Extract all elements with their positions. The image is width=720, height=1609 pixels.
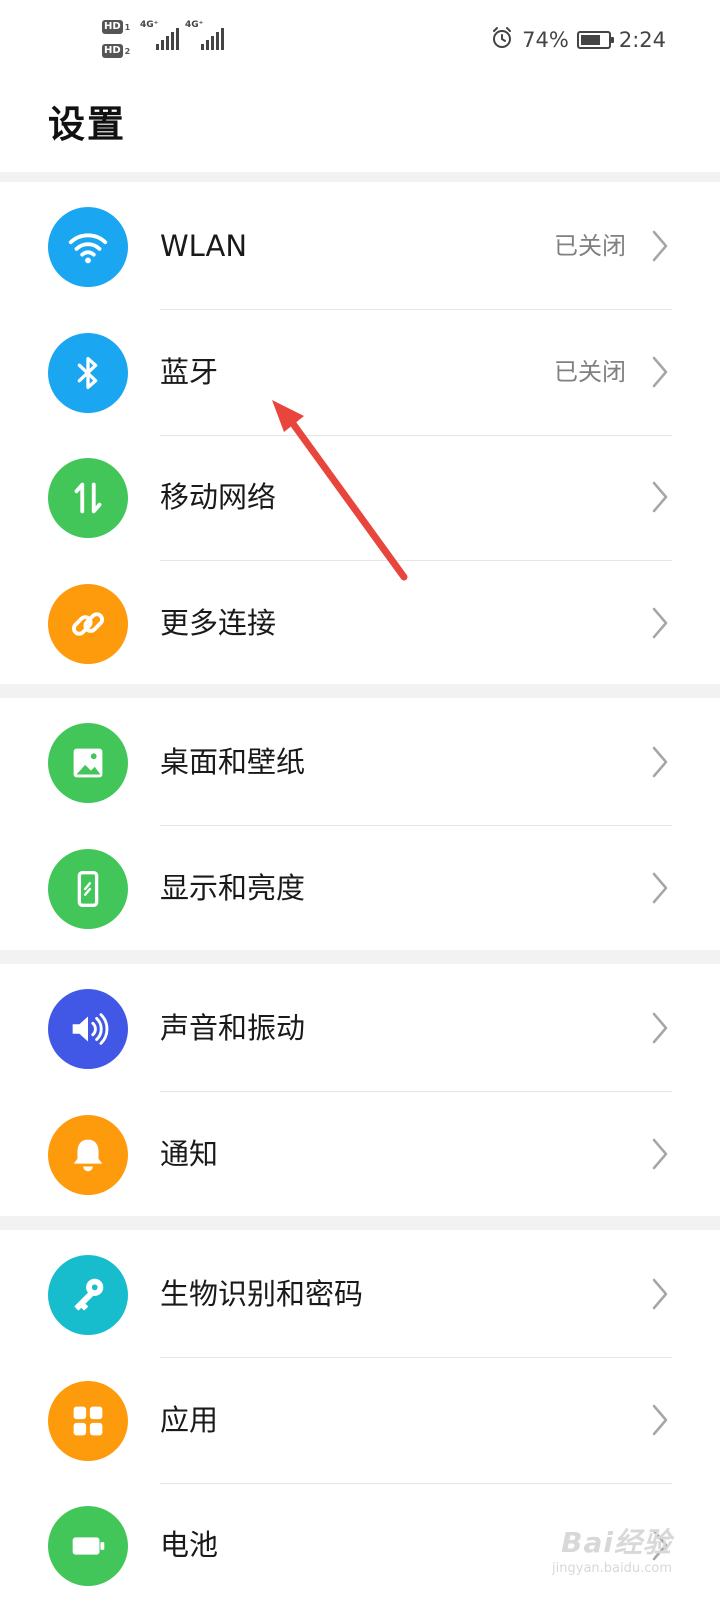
settings-row-label: WLAN <box>160 229 248 263</box>
signal-icon: 4G⁺ <box>185 20 224 50</box>
settings-row[interactable]: 通知 <box>0 1090 720 1218</box>
group-separator <box>0 950 720 964</box>
status-right: 74% 2:24 <box>490 24 666 56</box>
bluetooth-icon <box>48 332 128 413</box>
settings-row[interactable]: 更多连接 <box>0 559 720 687</box>
sound-icon <box>48 989 128 1069</box>
watermark: Bai经验 jingyan.baidu.com <box>552 1526 672 1576</box>
apps-icon <box>48 1380 128 1461</box>
hd-sim2: HD 2 <box>102 44 131 58</box>
key-icon <box>48 1255 128 1335</box>
chevron-right-icon <box>650 1136 670 1172</box>
settings-row[interactable]: WLAN 已关闭 <box>0 182 720 310</box>
bell-icon <box>48 1114 128 1195</box>
battery-settings-icon <box>48 1506 128 1586</box>
settings-row[interactable]: 声音和振动 <box>0 964 720 1092</box>
settings-row-label: 生物识别和密码 <box>160 1277 364 1311</box>
battery-percent: 74% <box>522 28 569 52</box>
settings-row[interactable]: 生物识别和密码 <box>0 1230 720 1358</box>
chevron-right-icon <box>650 870 670 906</box>
settings-row-label: 显示和亮度 <box>160 870 306 905</box>
mobile-data-icon <box>48 458 128 538</box>
settings-row-value: 已关闭 <box>554 232 626 260</box>
wallpaper-icon <box>48 723 128 803</box>
settings-row[interactable]: 移动网络 <box>0 433 720 561</box>
group-separator <box>0 172 720 182</box>
chevron-right-icon <box>650 1010 670 1046</box>
settings-row[interactable]: 桌面和壁纸 <box>0 698 720 826</box>
signal-icon: 4G⁺ <box>140 20 179 50</box>
alarm-icon <box>490 26 514 55</box>
chevron-right-icon <box>650 1276 670 1312</box>
group-separator <box>0 1216 720 1230</box>
settings-row-label: 移动网络 <box>160 480 277 514</box>
settings-row-label: 电池 <box>160 1528 219 1562</box>
settings-row-label: 通知 <box>160 1136 219 1171</box>
status-bar: HD 1 HD 2 4G⁺ 4G⁺ 74% 2:24 <box>0 0 720 80</box>
settings-row-value: 已关闭 <box>554 357 626 386</box>
settings-row[interactable]: 应用 <box>0 1356 720 1484</box>
chevron-right-icon <box>650 228 670 264</box>
chevron-right-icon <box>650 479 670 515</box>
battery-icon <box>576 31 614 49</box>
wifi-icon <box>48 207 128 287</box>
settings-row-label: 应用 <box>160 1402 219 1437</box>
hd-voice-indicators: HD 1 HD 2 <box>102 18 136 66</box>
settings-row[interactable]: 蓝牙 已关闭 <box>0 308 720 436</box>
settings-row[interactable]: 显示和亮度 <box>0 824 720 952</box>
settings-row-label: 声音和振动 <box>160 1011 306 1045</box>
chevron-right-icon <box>650 1402 670 1438</box>
page-title: 设置 <box>48 103 126 146</box>
display-icon <box>48 848 128 929</box>
hd-sim1: HD 1 <box>102 20 131 34</box>
chevron-right-icon <box>650 354 670 390</box>
link-icon <box>48 583 128 664</box>
clock: 2:24 <box>618 28 666 52</box>
chevron-right-icon <box>650 744 670 780</box>
settings-row-label: 更多连接 <box>160 605 277 640</box>
settings-row-label: 蓝牙 <box>160 354 219 389</box>
chevron-right-icon <box>650 605 670 641</box>
settings-row-label: 桌面和壁纸 <box>160 745 306 779</box>
